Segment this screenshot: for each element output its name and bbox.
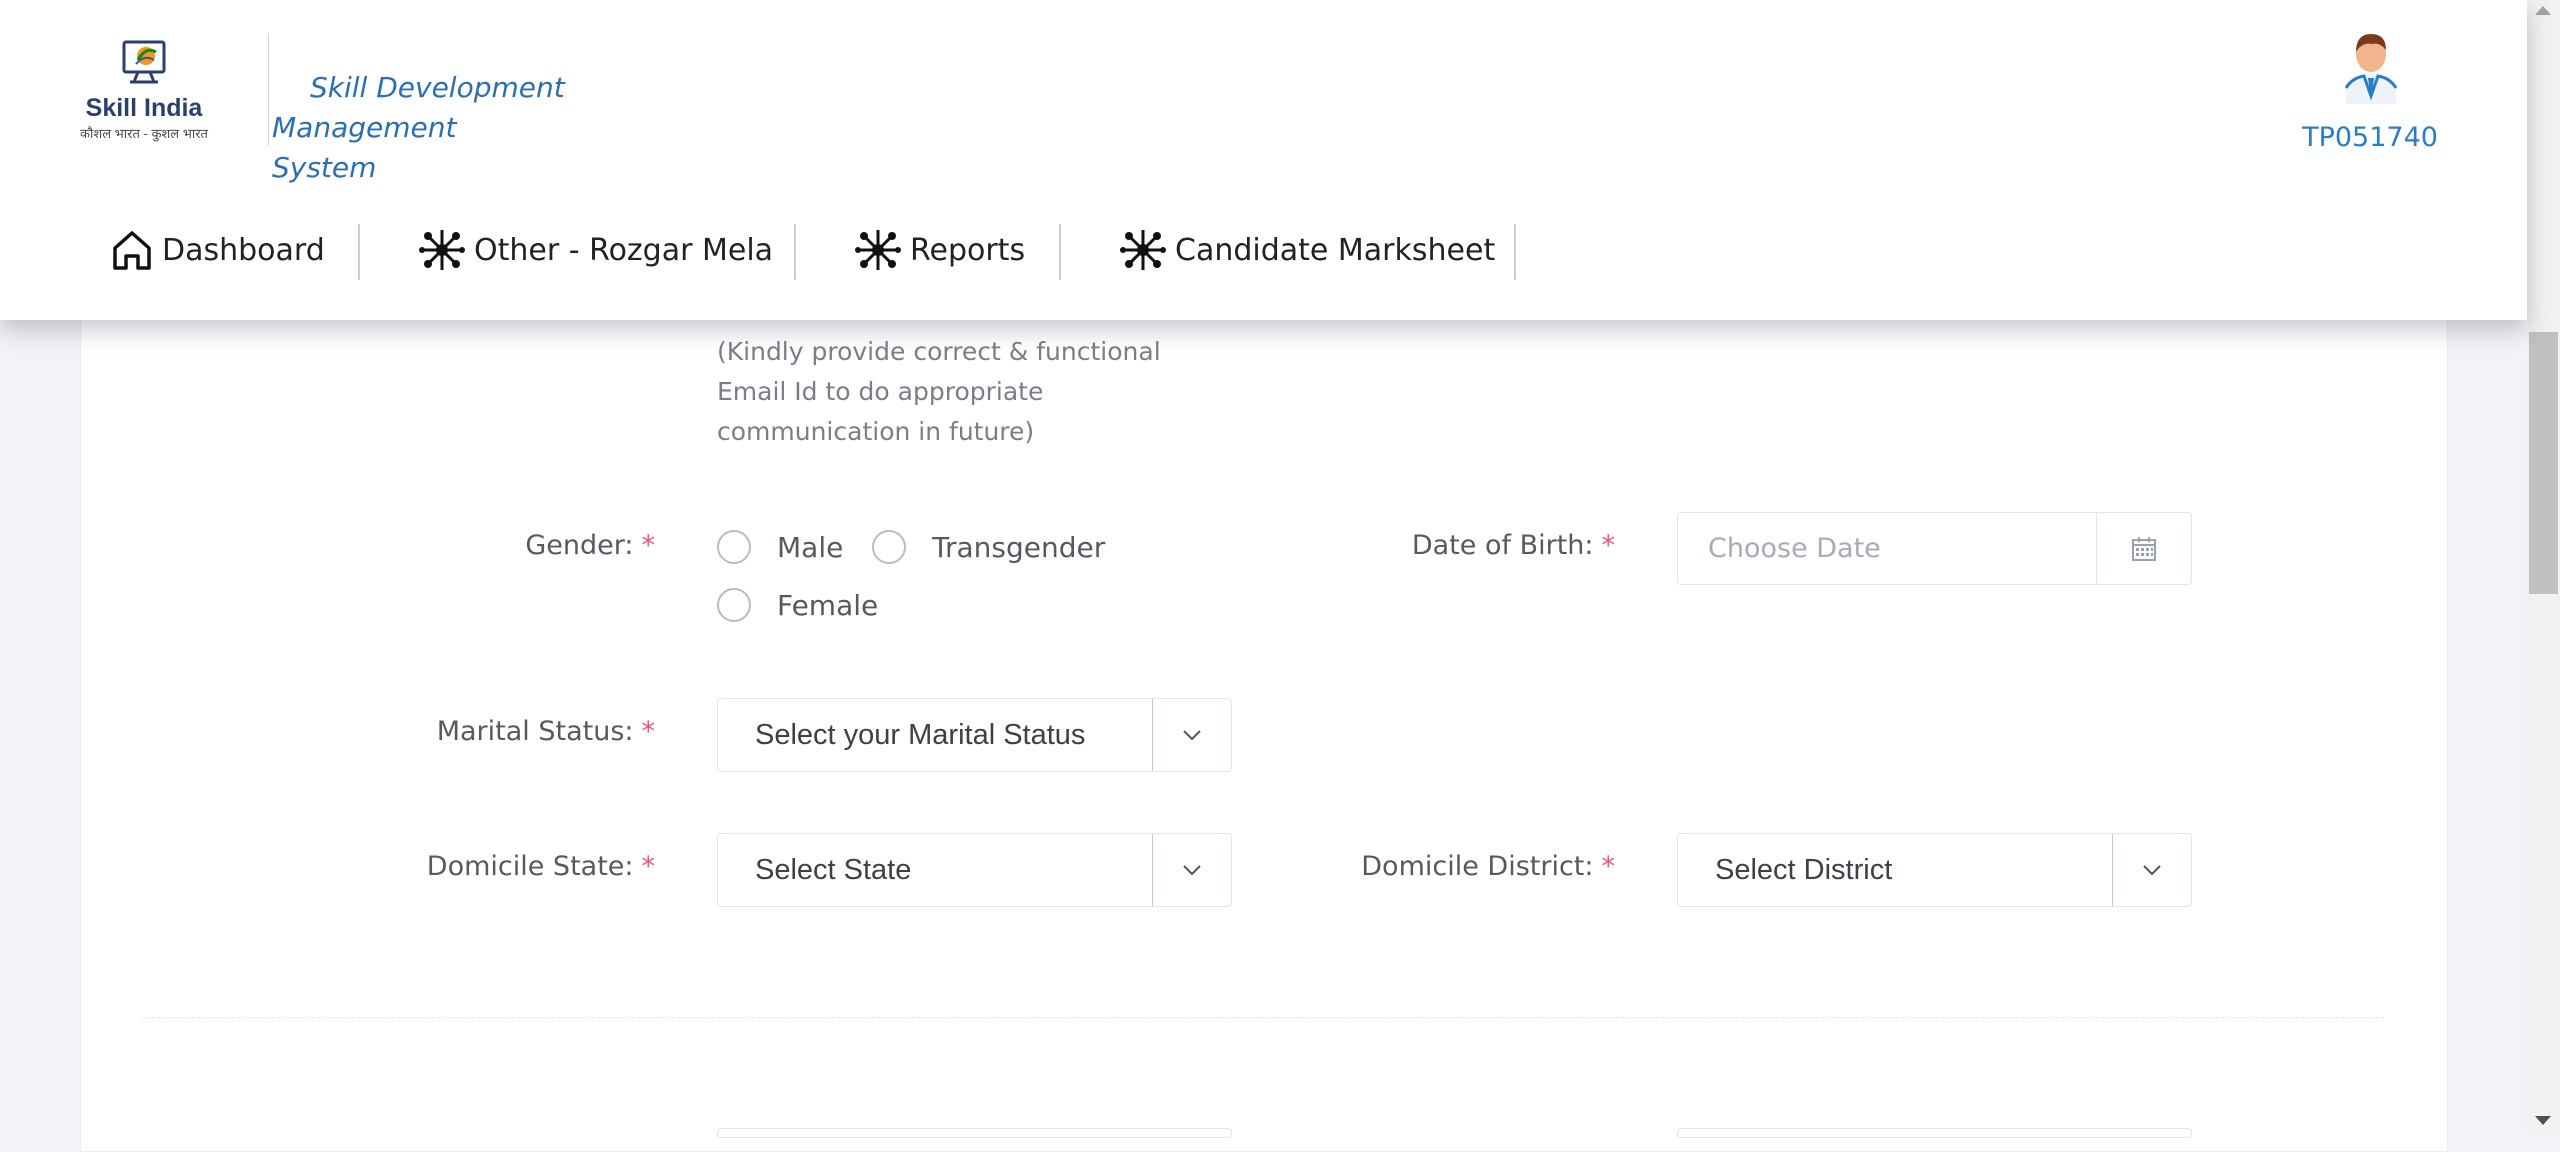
- scroll-down-arrow-icon[interactable]: [2535, 1116, 2551, 1125]
- main-nav: Dashboard Other - Rozgar Mela Reports Ca…: [0, 218, 1600, 282]
- user-avatar-icon[interactable]: [2332, 26, 2410, 104]
- nav-separator: [1514, 224, 1516, 280]
- nav-separator: [1059, 224, 1061, 280]
- home-icon: [113, 231, 151, 270]
- next-row-select-left[interactable]: [717, 1128, 1232, 1138]
- user-id[interactable]: TP051740: [2290, 122, 2450, 153]
- dob-input[interactable]: Choose Date: [1677, 512, 2192, 585]
- dob-placeholder: Choose Date: [1708, 533, 1881, 564]
- gender-radio-transgender[interactable]: Transgender: [872, 530, 1105, 564]
- email-hint: (Kindly provide correct & functional Ema…: [717, 337, 1161, 446]
- network-icon: [1120, 230, 1166, 270]
- nav-separator: [358, 224, 360, 280]
- logo-emblem-icon: [122, 40, 166, 84]
- chevron-down-icon[interactable]: [1152, 834, 1231, 906]
- gender-label: Gender: *: [525, 530, 655, 561]
- chevron-down-icon[interactable]: [1152, 699, 1231, 771]
- chevron-down-icon[interactable]: [2112, 834, 2191, 906]
- nav-dashboard[interactable]: Dashboard: [110, 218, 325, 282]
- scroll-up-arrow-icon[interactable]: [2535, 6, 2551, 15]
- calendar-icon: [2132, 536, 2156, 561]
- scrollbar-thumb[interactable]: [2529, 332, 2558, 594]
- nav-candidate-marksheet[interactable]: Candidate Marksheet: [1119, 218, 1495, 282]
- radio-circle[interactable]: [717, 530, 751, 564]
- calendar-button[interactable]: [2096, 513, 2191, 584]
- domicile-district-label: Domicile District: *: [1361, 851, 1615, 882]
- network-icon: [419, 230, 465, 270]
- nav-other-rozgar-mela[interactable]: Other - Rozgar Mela: [418, 218, 773, 282]
- logo-title: Skill India: [85, 94, 203, 122]
- next-row-select-right[interactable]: [1677, 1128, 2192, 1138]
- gender-radio-male[interactable]: Male: [717, 530, 843, 564]
- skill-india-logo[interactable]: Skill India कौशल भारत - कुशल भारत: [78, 38, 210, 150]
- radio-circle[interactable]: [717, 588, 751, 622]
- gender-radio-female[interactable]: Female: [717, 588, 878, 622]
- domicile-state-label: Domicile State: *: [426, 851, 655, 882]
- nav-reports[interactable]: Reports: [854, 218, 1025, 282]
- logo-subtitle: कौशल भारत - कुशल भारत: [80, 126, 208, 141]
- nav-separator: [794, 224, 796, 280]
- network-icon: [855, 230, 901, 270]
- top-header: Skill India कौशल भारत - कुशल भारत Skill …: [0, 0, 2527, 320]
- marital-status-select[interactable]: Select your Marital Status: [717, 698, 1232, 772]
- domicile-state-select[interactable]: Select State: [717, 833, 1232, 907]
- marital-status-label: Marital Status: *: [436, 716, 655, 747]
- app-title: Skill Development Management System: [272, 71, 565, 184]
- dob-label: Date of Birth: *: [1411, 530, 1615, 561]
- logo-divider: [268, 34, 269, 146]
- section-divider: [142, 1017, 2384, 1018]
- radio-circle[interactable]: [872, 530, 906, 564]
- domicile-district-select[interactable]: Select District: [1677, 833, 2192, 907]
